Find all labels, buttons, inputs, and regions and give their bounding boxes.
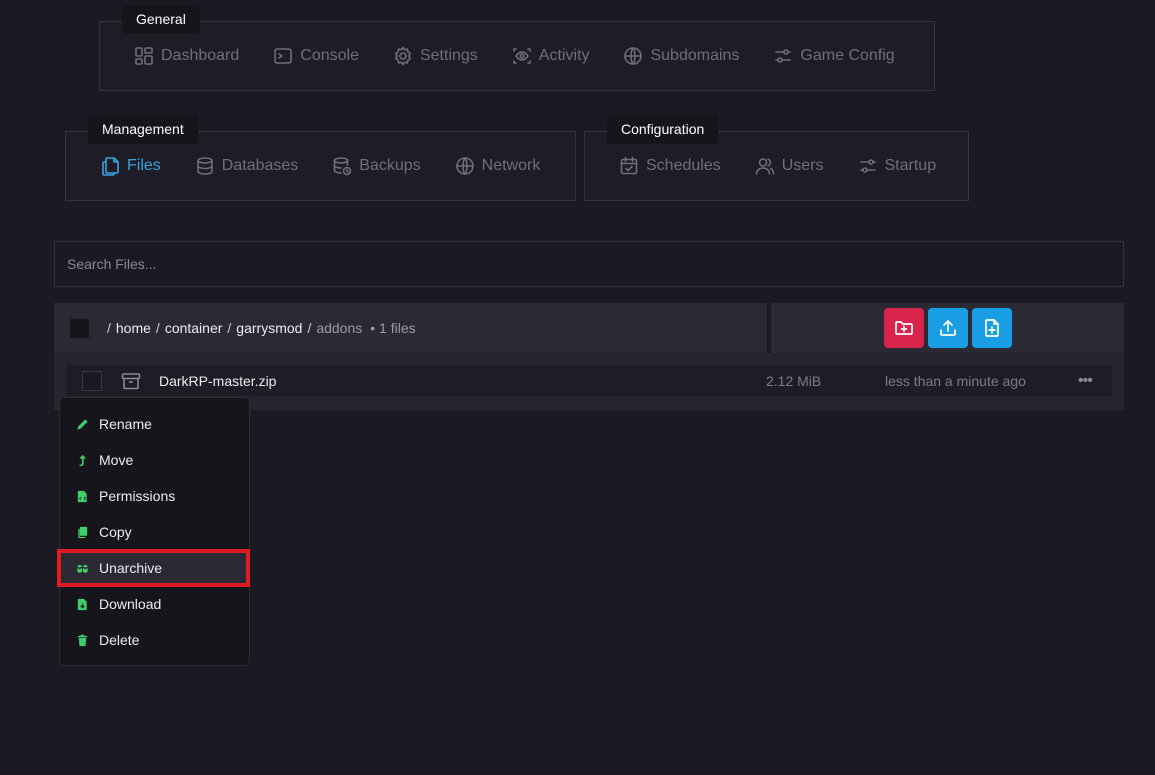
nav-item-label: Databases xyxy=(221,157,299,174)
menu-item-delete[interactable]: Delete xyxy=(60,622,249,658)
file-code-icon xyxy=(77,490,87,502)
database-icon xyxy=(196,157,213,175)
menu-item-label: Rename xyxy=(99,416,152,432)
file-count: • 1 files xyxy=(370,320,416,336)
menu-item-rename[interactable]: Rename xyxy=(60,406,249,442)
nav-item-network[interactable]: Network xyxy=(455,156,541,176)
menu-item-label: Move xyxy=(99,452,134,468)
breadcrumb-addons: addons xyxy=(316,320,363,336)
backup-icon xyxy=(333,157,352,176)
breadcrumb-separator: / xyxy=(155,320,160,336)
dashboard-icon xyxy=(135,47,153,65)
nav-item-label: Activity xyxy=(538,47,590,64)
select-all-checkbox[interactable] xyxy=(70,318,89,338)
menu-item-label: Delete xyxy=(99,632,140,648)
breadcrumb: / home / container / garrysmod / addons xyxy=(107,320,362,336)
users-icon xyxy=(755,158,775,175)
sliders-icon xyxy=(859,159,876,173)
breadcrumb-separator: / xyxy=(227,320,232,336)
upload-icon xyxy=(939,320,956,336)
search-input[interactable] xyxy=(55,242,1123,286)
nav-item-label: Files xyxy=(127,157,161,174)
nav-item-label: Settings xyxy=(419,47,478,64)
nav-item-label: Schedules xyxy=(646,157,721,174)
nav-item-activity[interactable]: Activity xyxy=(512,46,590,66)
nav-item-subdomains[interactable]: Subdomains xyxy=(623,46,739,66)
nav-group-title: Management xyxy=(88,115,198,144)
menu-item-permissions[interactable]: Permissions xyxy=(60,478,249,514)
file-checkbox[interactable] xyxy=(82,370,102,391)
files-icon xyxy=(102,157,119,176)
nav-group-configuration: Configuration Schedules Users Startup xyxy=(584,115,969,201)
file-manager-page: General Dashboard Console Settings Activ… xyxy=(0,0,1155,775)
file-modified: less than a minute ago xyxy=(885,372,1026,389)
breadcrumb-separator: / xyxy=(307,320,312,336)
nav-group-management: Management Files Databases Backups Netwo… xyxy=(65,115,576,201)
pencil-icon xyxy=(77,418,88,430)
table-row[interactable]: DarkRP-master.zip 2.12 MiB less than a m… xyxy=(66,365,1112,396)
nav-item-users[interactable]: Users xyxy=(755,156,824,176)
nav-group-title: General xyxy=(122,5,200,34)
folder-plus-icon xyxy=(894,321,913,335)
nav-item-label: Network xyxy=(481,157,541,174)
globe-icon xyxy=(455,157,474,175)
new-file-button[interactable] xyxy=(971,308,1012,348)
menu-item-label: Permissions xyxy=(99,488,176,504)
menu-item-label: Download xyxy=(99,596,162,612)
calendar-icon xyxy=(620,156,638,175)
upload-button[interactable] xyxy=(927,308,968,348)
trash-icon xyxy=(77,634,88,646)
search-box xyxy=(54,241,1124,287)
arrow-up-icon xyxy=(79,454,87,466)
menu-item-unarchive[interactable]: Unarchive xyxy=(60,550,249,586)
globe-icon xyxy=(624,47,643,65)
breadcrumb-container[interactable]: container xyxy=(165,320,223,336)
menu-item-move[interactable]: Move xyxy=(60,442,249,478)
gear-icon xyxy=(395,46,411,66)
menu-item-copy[interactable]: Copy xyxy=(60,514,249,550)
nav-item-label: Dashboard xyxy=(161,47,240,64)
nav-item-label: Backups xyxy=(359,157,421,174)
menu-item-label: Copy xyxy=(99,524,132,540)
nav-item-console[interactable]: Console xyxy=(273,46,359,66)
new-folder-button[interactable] xyxy=(883,308,924,348)
nav-item-schedules[interactable]: Schedules xyxy=(619,156,721,176)
menu-item-label: Unarchive xyxy=(99,560,163,576)
console-icon xyxy=(274,48,293,64)
nav-item-settings[interactable]: Settings xyxy=(393,46,478,66)
nav-item-label: Users xyxy=(781,157,824,174)
nav-group-general: General Dashboard Console Settings Activ… xyxy=(99,5,935,91)
file-name[interactable]: DarkRP-master.zip xyxy=(159,373,276,389)
nav-group-title: Configuration xyxy=(607,115,719,144)
file-action-bar xyxy=(771,303,1124,353)
file-download-icon xyxy=(77,598,87,610)
breadcrumb-separator: / xyxy=(107,320,111,336)
nav-item-files[interactable]: Files xyxy=(100,156,161,176)
file-plus-icon xyxy=(984,319,999,337)
context-menu: Rename Move Permissions Copy Unarchive D… xyxy=(59,397,250,666)
nav-item-label: Startup xyxy=(884,157,937,174)
nav-item-startup[interactable]: Startup xyxy=(858,156,937,176)
copy-icon xyxy=(78,526,88,538)
more-options-icon[interactable]: ••• xyxy=(1078,372,1093,390)
boxes-icon xyxy=(76,564,89,573)
archive-icon xyxy=(120,370,142,392)
nav-item-backups[interactable]: Backups xyxy=(332,156,421,176)
nav-item-label: Game Config xyxy=(800,47,895,64)
sliders-icon xyxy=(775,49,792,63)
menu-item-download[interactable]: Download xyxy=(60,586,249,622)
nav-item-databases[interactable]: Databases xyxy=(195,156,299,176)
breadcrumb-home[interactable]: home xyxy=(116,320,151,336)
nav-item-dashboard[interactable]: Dashboard xyxy=(134,46,239,66)
eye-icon xyxy=(512,48,531,64)
path-bar: / home / container / garrysmod / addons … xyxy=(54,303,767,353)
nav-item-label: Subdomains xyxy=(650,47,740,64)
nav-item-label: Console xyxy=(300,47,359,64)
breadcrumb-garrysmod[interactable]: garrysmod xyxy=(236,320,302,336)
file-size: 2.12 MiB xyxy=(766,372,822,389)
nav-item-game-config[interactable]: Game Config xyxy=(773,46,895,66)
